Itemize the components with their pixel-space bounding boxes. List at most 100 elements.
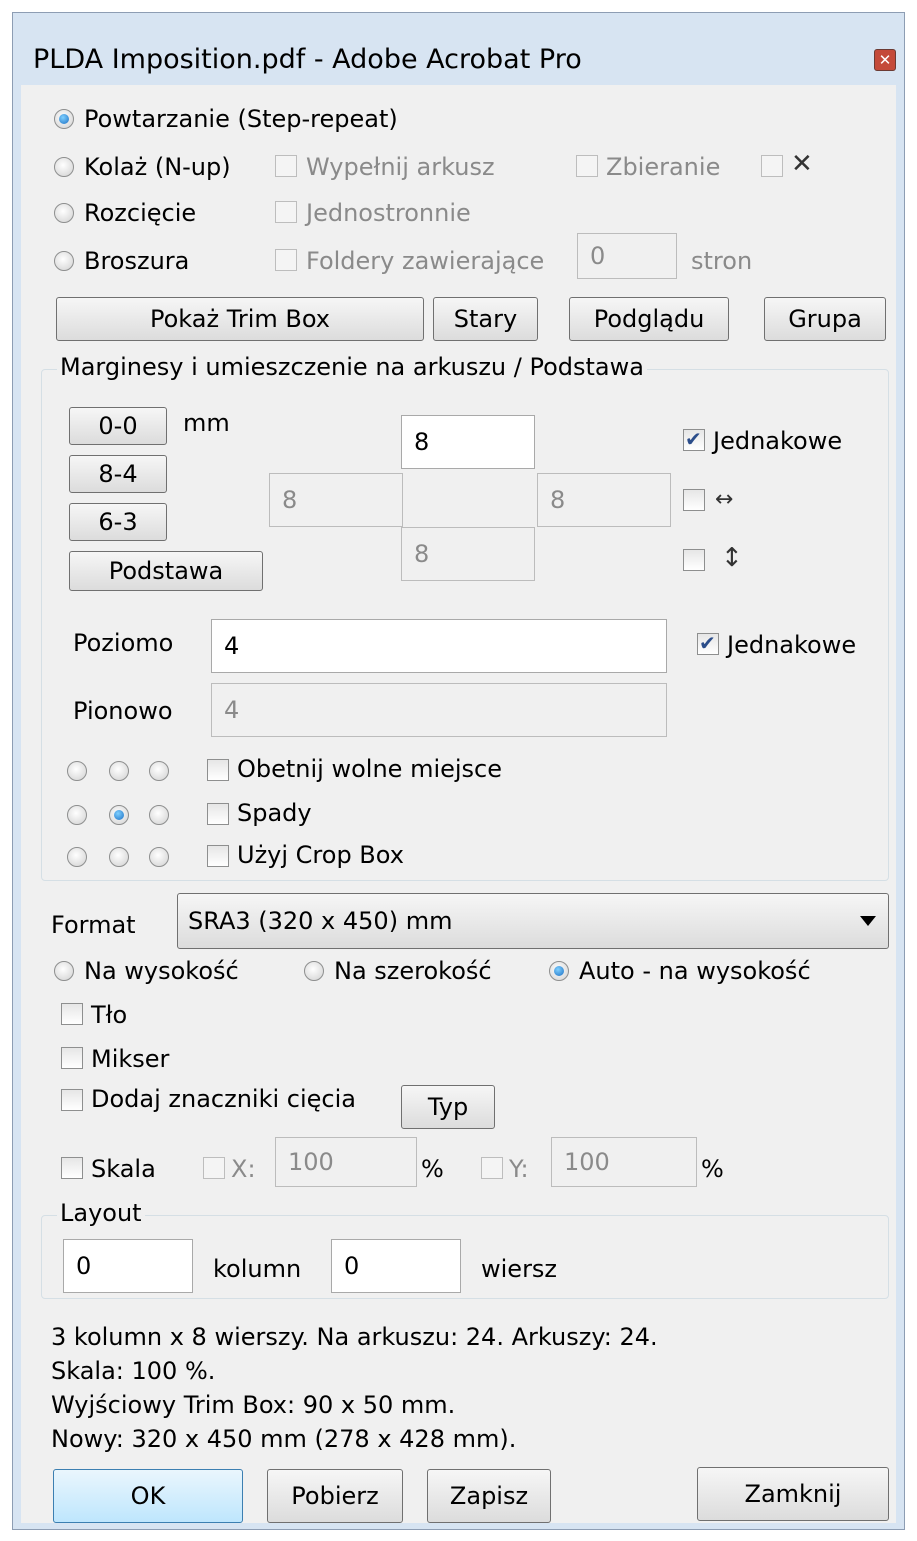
preset-8-4-button[interactable]: 8-4 — [69, 455, 167, 493]
margin-right-input[interactable]: 8 — [537, 473, 671, 527]
trim-free-space-label: Obetnij wolne miejsce — [237, 755, 503, 783]
mark-type-button[interactable]: Typ — [401, 1085, 495, 1129]
radio-step-repeat[interactable] — [54, 109, 74, 129]
bleed-checkbox[interactable] — [207, 803, 229, 825]
link-horizontal-checkbox[interactable] — [683, 489, 705, 511]
background-checkbox[interactable] — [61, 1003, 83, 1025]
scale-x-label: X: — [231, 1155, 256, 1183]
rows-input[interactable]: 0 — [331, 1239, 461, 1293]
window-title: PLDA Imposition.pdf - Adobe Acrobat Pro — [33, 44, 582, 75]
columns-label: kolumn — [213, 1255, 302, 1283]
radio-auto-portrait[interactable] — [549, 961, 569, 981]
format-label: Format — [51, 911, 136, 939]
spacing-equal-checkbox[interactable] — [697, 631, 719, 655]
preset-0-0-button[interactable]: 0-0 — [69, 407, 167, 445]
ok-button[interactable]: OK — [53, 1469, 243, 1523]
anchor-bottom-right[interactable] — [149, 847, 169, 867]
summary-line-4: Nowy: 320 x 450 mm (278 x 428 mm). — [51, 1425, 517, 1453]
radio-nup[interactable] — [54, 157, 74, 177]
scale-y-input[interactable]: 100 — [551, 1137, 697, 1187]
scale-label: Skala — [91, 1155, 156, 1183]
preset-6-3-button[interactable]: 6-3 — [69, 503, 167, 541]
spacing-equal-label: Jednakowe — [727, 631, 857, 659]
anchor-bottom-center[interactable] — [109, 847, 129, 867]
radio-auto-portrait-label: Auto - na wysokość — [579, 957, 811, 985]
dialog-window: PLDA Imposition.pdf - Adobe Acrobat Pro … — [12, 12, 905, 1530]
radio-step-repeat-label: Powtarzanie (Step-repeat) — [84, 105, 398, 133]
folders-count-input[interactable]: 0 — [577, 233, 677, 279]
margin-left-input[interactable]: 8 — [269, 473, 403, 527]
anchor-center[interactable] — [109, 805, 129, 825]
folders-label: Foldery zawierające — [306, 247, 545, 275]
radio-nup-label: Kolaż (N-up) — [84, 153, 231, 181]
cross-marks-icon: ✕ — [791, 149, 813, 179]
rows-label: wiersz — [481, 1255, 558, 1283]
dialog-content: Powtarzanie (Step-repeat) Kolaż (N-up) W… — [21, 85, 896, 1523]
radio-landscape-label: Na szerokość — [334, 957, 492, 985]
one-sided-checkbox[interactable] — [275, 201, 297, 223]
horizontal-spacing-input[interactable]: 4 — [211, 619, 667, 673]
margin-unit-label: mm — [183, 409, 230, 437]
vertical-spacing-label: Pionowo — [73, 697, 173, 725]
link-vertical-checkbox[interactable] — [683, 549, 705, 571]
mixer-checkbox[interactable] — [61, 1047, 83, 1069]
trim-free-space-checkbox[interactable] — [207, 759, 229, 781]
margins-equal-checkbox[interactable] — [683, 427, 705, 451]
old-button[interactable]: Stary — [433, 297, 538, 341]
anchor-top-left[interactable] — [67, 761, 87, 781]
summary-line-1: 3 kolumn x 8 wierszy. Na arkuszu: 24. Ar… — [51, 1323, 658, 1351]
format-select[interactable]: SRA3 (320 x 450) mm — [177, 893, 889, 949]
columns-input[interactable]: 0 — [63, 1239, 193, 1293]
radio-portrait[interactable] — [54, 961, 74, 981]
radio-booklet[interactable] — [54, 251, 74, 271]
anchor-top-right[interactable] — [149, 761, 169, 781]
anchor-middle-left[interactable] — [67, 805, 87, 825]
preview-button[interactable]: Podglądu — [569, 297, 729, 341]
anchor-top-center[interactable] — [109, 761, 129, 781]
scale-y-percent: % — [701, 1155, 724, 1183]
fill-sheet-checkbox[interactable] — [275, 155, 297, 177]
margin-top-input[interactable]: 8 — [401, 415, 535, 469]
title-bar: PLDA Imposition.pdf - Adobe Acrobat Pro … — [13, 13, 904, 85]
close-button[interactable]: Zamknij — [697, 1467, 889, 1521]
radio-portrait-label: Na wysokość — [84, 957, 239, 985]
scale-y-label: Y: — [509, 1155, 529, 1183]
background-label: Tło — [91, 1001, 128, 1029]
summary-line-3: Wyjściowy Trim Box: 90 x 50 mm. — [51, 1391, 456, 1419]
margin-bottom-input[interactable]: 8 — [401, 527, 535, 581]
fill-sheet-label: Wypełnij arkusz — [306, 153, 495, 181]
radio-cut-label: Rozcięcie — [84, 199, 197, 227]
scale-x-input[interactable]: 100 — [275, 1137, 417, 1187]
scale-checkbox[interactable] — [61, 1157, 83, 1179]
close-window-button[interactable]: ✕ — [874, 49, 896, 71]
radio-landscape[interactable] — [304, 961, 324, 981]
folders-checkbox[interactable] — [275, 249, 297, 271]
radio-cut[interactable] — [54, 203, 74, 223]
cross-marks-checkbox[interactable] — [761, 155, 783, 177]
mixer-label: Mikser — [91, 1045, 170, 1073]
collect-checkbox[interactable] — [576, 155, 598, 177]
horizontal-arrows-icon: ↔ — [715, 487, 734, 512]
group-button[interactable]: Grupa — [764, 297, 886, 341]
base-button[interactable]: Podstawa — [69, 551, 263, 591]
scale-x-checkbox[interactable] — [203, 1157, 225, 1179]
anchor-middle-right[interactable] — [149, 805, 169, 825]
collect-label: Zbieranie — [606, 153, 721, 181]
crop-marks-checkbox[interactable] — [61, 1089, 83, 1111]
save-button[interactable]: Zapisz — [427, 1469, 551, 1523]
layout-legend: Layout — [57, 1199, 145, 1227]
use-crop-box-label: Użyj Crop Box — [237, 841, 404, 869]
get-button[interactable]: Pobierz — [267, 1469, 403, 1523]
vertical-spacing-input[interactable]: 4 — [211, 683, 667, 737]
horizontal-spacing-label: Poziomo — [73, 629, 174, 657]
vertical-arrows-icon: ↕ — [721, 543, 743, 573]
anchor-bottom-left[interactable] — [67, 847, 87, 867]
chevron-down-icon — [860, 916, 876, 926]
close-icon: ✕ — [878, 51, 892, 69]
one-sided-label: Jednostronnie — [306, 199, 471, 227]
bleed-label: Spady — [237, 799, 312, 827]
radio-booklet-label: Broszura — [84, 247, 190, 275]
scale-y-checkbox[interactable] — [481, 1157, 503, 1179]
use-crop-box-checkbox[interactable] — [207, 845, 229, 867]
show-trim-box-button[interactable]: Pokaż Trim Box — [56, 297, 424, 341]
